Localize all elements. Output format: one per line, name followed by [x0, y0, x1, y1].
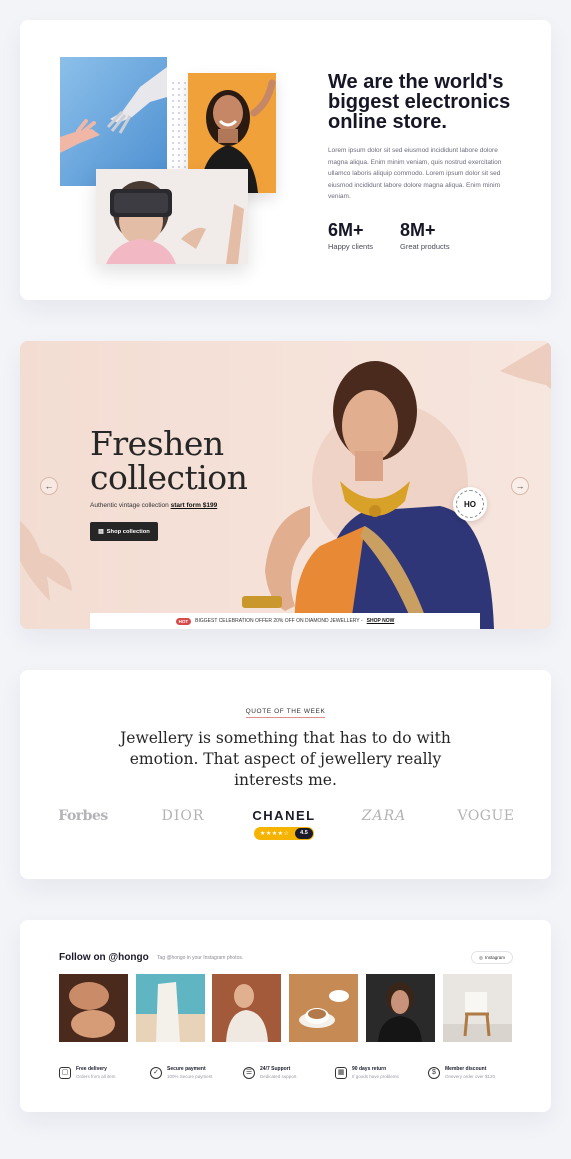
- feature-support: ☰ 24/7 Support Dedicated support: [243, 1066, 297, 1080]
- feature-secure-payment: ✓ Secure payment 100% Secure payment: [150, 1066, 213, 1080]
- stat-label: Happy clients: [328, 242, 374, 251]
- feature-text: Dedicated support: [260, 1074, 297, 1079]
- gallery-photo-woman[interactable]: [366, 974, 435, 1042]
- instagram-section: Follow on @hongo Tag @hongo in your Inst…: [20, 920, 551, 1112]
- brand-logo-chanel[interactable]: CHANEL: [244, 808, 324, 823]
- hero-price-link[interactable]: start form $199: [171, 502, 218, 509]
- stat-happy-clients: 6M+ Happy clients: [328, 220, 373, 251]
- hero-slider: Freshen collection Authentic vintage col…: [20, 341, 551, 629]
- rating-stars-icon: ★★★★☆: [260, 831, 290, 837]
- gallery-photo-chair[interactable]: [443, 974, 512, 1042]
- calendar-icon: ▦: [335, 1067, 347, 1079]
- dollar-icon: $: [428, 1067, 440, 1079]
- feature-text: Onevery order over $120: [445, 1074, 496, 1079]
- about-section: We are the world's biggest electronics o…: [20, 20, 551, 300]
- brand-logo-dior[interactable]: DIOR: [143, 808, 223, 824]
- instagram-title: Follow on @hongo: [59, 952, 149, 963]
- shop-now-link[interactable]: SHOP NOW: [367, 618, 395, 624]
- instagram-button-label: Instagram: [484, 955, 505, 960]
- feature-text: Orders from all item: [76, 1074, 116, 1079]
- quote-text: Jewellery is something that has to do wi…: [120, 729, 451, 789]
- robot-hand-image: [60, 57, 167, 186]
- quote-label-text: QUOTE OF THE WEEK: [245, 708, 326, 718]
- feature-title: Free delivery: [76, 1066, 107, 1072]
- stat-value: 8M+: [400, 220, 436, 240]
- about-title: We are the world's biggest electronics o…: [328, 71, 511, 133]
- gallery-photo-couple[interactable]: [59, 974, 128, 1042]
- feature-title: Member discount: [445, 1066, 487, 1072]
- stat-great-products: 8M+ Great products: [400, 220, 450, 251]
- promo-text: BIGGEST CELEBRATION OFFER 20% OFF ON DIA…: [195, 618, 363, 624]
- about-description: Lorem ipsum dolor sit sed eiusmod incidi…: [328, 147, 502, 201]
- rating-score: 4.5: [295, 828, 313, 839]
- shop-collection-button[interactable]: ▤ Shop collection: [90, 522, 158, 541]
- brand-logo-forbes[interactable]: Forbes: [43, 808, 123, 824]
- quote-label: QUOTE OF THE WEEK: [20, 708, 551, 718]
- stat-value: 6M+: [328, 220, 364, 240]
- brand-logo-vogue[interactable]: VOGUE: [446, 808, 526, 824]
- slider-next-button[interactable]: →: [511, 477, 529, 495]
- feature-return: ▦ 90 days return If goods have problems: [335, 1066, 399, 1080]
- feature-text: 100% Secure payment: [167, 1074, 213, 1079]
- bag-icon: ▤: [98, 528, 104, 535]
- box-icon: ▢: [59, 1067, 71, 1079]
- brand-logo-zara[interactable]: ZARA: [344, 808, 424, 824]
- feature-title: 90 days return: [352, 1066, 387, 1072]
- slider-prev-button[interactable]: ←: [40, 477, 58, 495]
- badge-text: HO: [464, 499, 476, 509]
- feature-member-discount: $ Member discount Onevery order over $12…: [428, 1066, 495, 1080]
- feature-title: Secure payment: [167, 1066, 206, 1072]
- brand-badge: HO: [453, 487, 487, 521]
- gallery-photo-man[interactable]: [212, 974, 281, 1042]
- quote-section: QUOTE OF THE WEEK Jewellery is something…: [20, 670, 551, 879]
- instagram-subtitle: Tag @hongo in your Instagram photos.: [157, 955, 244, 961]
- vr-headset-boy-image: [96, 169, 248, 264]
- instagram-icon: ◎: [479, 954, 483, 960]
- rating-badge: ★★★★☆ 4.5: [254, 827, 314, 840]
- feature-title: 24/7 Support: [260, 1066, 291, 1072]
- check-circle-icon: ✓: [150, 1067, 162, 1079]
- gallery-photo-coffee[interactable]: [289, 974, 358, 1042]
- hero-subtitle: Authentic vintage collection start form …: [90, 502, 217, 509]
- shop-collection-label: Shop collection: [106, 528, 150, 535]
- promo-bar: HOT BIGGEST CELEBRATION OFFER 20% OFF ON…: [90, 613, 480, 629]
- hero-title: Freshen collection: [90, 424, 248, 497]
- stat-label: Great products: [400, 242, 450, 251]
- feature-free-delivery: ▢ Free delivery Orders from all item: [59, 1066, 116, 1080]
- gallery-photo-beach[interactable]: [136, 974, 205, 1042]
- promo-hot-badge: HOT: [175, 617, 192, 625]
- hero-subtitle-text: Authentic vintage collection: [90, 502, 169, 509]
- instagram-button[interactable]: ◎ Instagram: [471, 951, 513, 964]
- chat-icon: ☰: [243, 1067, 255, 1079]
- feature-text: If goods have problems: [352, 1074, 399, 1079]
